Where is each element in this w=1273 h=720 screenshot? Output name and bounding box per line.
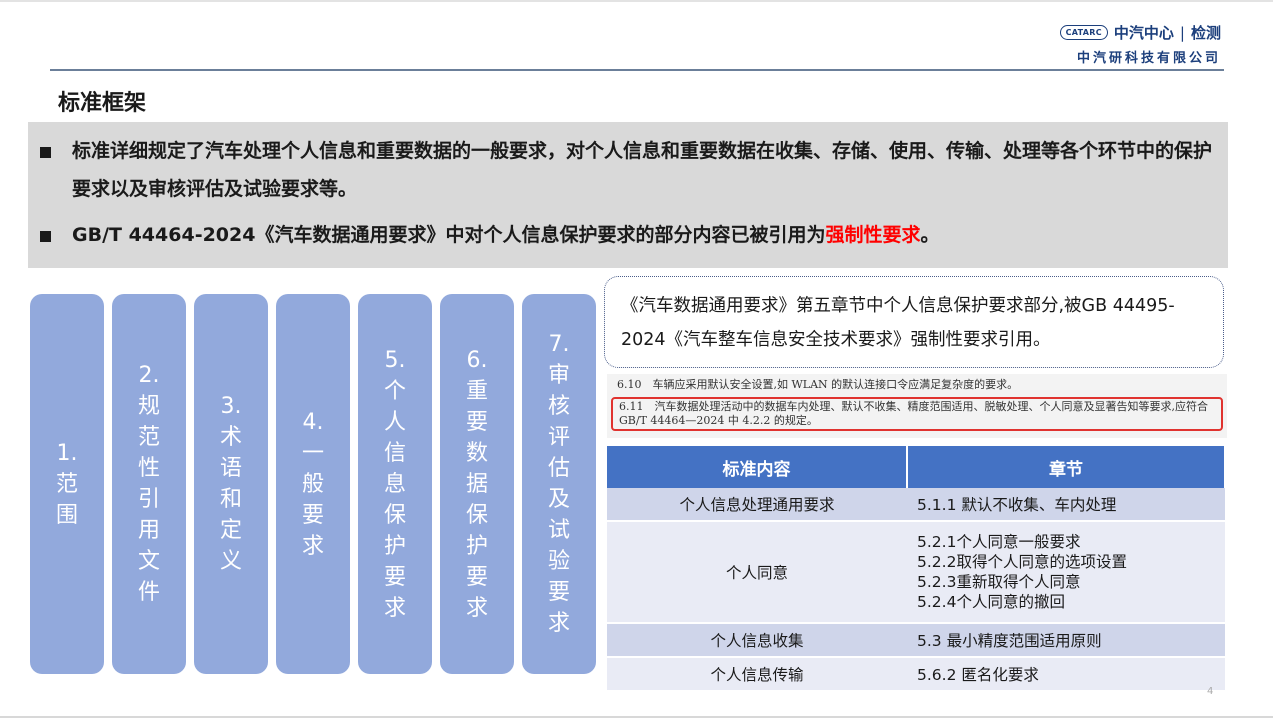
table-header-row: 标准内容 章节: [607, 446, 1226, 488]
table-row: 个人同意 5.2.1个人同意一般要求 5.2.2取得个人同意的选项设置 5.2.…: [607, 521, 1225, 624]
table-row: 个人信息处理通用要求 5.1.1 默认不收集、车内处理: [607, 488, 1225, 522]
column-header-chapter: 章节: [907, 446, 1226, 488]
excerpt-clause-6-10: 6.10 车辆应采用默认安全设置,如 WLAN 的默认连接口令应满足复杂度的要求…: [617, 378, 1019, 391]
pillar-general-requirements: 4.一般要求: [276, 294, 350, 674]
pillar-normative-references: 2.规范性引用文件: [112, 294, 186, 674]
cell-chapter: 5.1.1 默认不收集、车内处理: [907, 488, 1225, 522]
pillar-label: 2.规范性引用文件: [137, 363, 160, 605]
pillar-label: 5.个人信息保护要求: [383, 347, 406, 621]
intro-bullet-2-prefix: GB/T 44464-2024《汽车数据通用要求》中对个人信息保护要求的部分内容…: [72, 224, 826, 246]
intro-bullet-2: GB/T 44464-2024《汽车数据通用要求》中对个人信息保护要求的部分内容…: [40, 216, 1214, 254]
bottom-rule: [0, 716, 1273, 718]
cell-chapter: 5.3 最小精度范围适用原则: [907, 623, 1225, 658]
pillar-personal-info-protection: 5.个人信息保护要求: [358, 294, 432, 674]
cell-content: 个人信息处理通用要求: [607, 488, 907, 522]
cell-chapter: 5.2.1个人同意一般要求 5.2.2取得个人同意的选项设置 5.2.3重新取得…: [907, 521, 1225, 624]
pillar-label: 1.范围: [55, 440, 78, 528]
pillar-label: 6.重要数据保护要求: [465, 347, 488, 621]
table-row: 个人信息收集 5.3 最小精度范围适用原则: [607, 623, 1225, 658]
table-row: 个人信息传输 5.6.2 匿名化要求: [607, 657, 1225, 692]
chapter-line: 5.2.2取得个人同意的选项设置: [917, 553, 1127, 571]
logo-separator: |: [1179, 23, 1185, 42]
pillar-terms-definitions: 3.术语和定义: [194, 294, 268, 674]
intro-bullet-2-text: GB/T 44464-2024《汽车数据通用要求》中对个人信息保护要求的部分内容…: [40, 216, 1214, 254]
pillar-label: 7.审核评估及试验要求: [547, 332, 570, 636]
header-divider: [50, 69, 1224, 71]
pillar-audit-evaluation-testing: 7.审核评估及试验要求: [522, 294, 596, 674]
pillar-label: 3.术语和定义: [219, 394, 242, 574]
intro-bullet-1: 标准详细规定了汽车处理个人信息和重要数据的一般要求，对个人信息和重要数据在收集、…: [40, 132, 1214, 208]
chapter-line: 5.2.3重新取得个人同意: [917, 573, 1081, 591]
cell-chapter: 5.6.2 匿名化要求: [907, 657, 1225, 692]
cell-content: 个人信息传输: [607, 657, 907, 692]
page-number: 4: [1207, 686, 1214, 697]
logo-unit: 检测: [1190, 24, 1221, 42]
standard-excerpt: 6.10 车辆应采用默认安全设置,如 WLAN 的默认连接口令应满足复杂度的要求…: [607, 374, 1227, 438]
excerpt-clause-6-11-highlighted: 6.11 汽车数据处理活动中的数据车内处理、默认不收集、精度范围适用、脱敏处理、…: [611, 397, 1223, 431]
logo-brand: 中汽中心: [1113, 24, 1174, 42]
section-title: 标准框架: [58, 91, 147, 116]
intro-box: 标准详细规定了汽车处理个人信息和重要数据的一般要求，对个人信息和重要数据在收集、…: [28, 122, 1228, 268]
company-logo: CATARC 中汽中心 | 检测 中汽研科技有限公司: [1059, 22, 1221, 66]
logo-company: 中汽研科技有限公司: [1076, 51, 1221, 66]
pillar-label: 4.一般要求: [301, 409, 324, 559]
standard-content-table: 标准内容 章节 个人信息处理通用要求 5.1.1 默认不收集、车内处理 个人同意…: [607, 446, 1226, 692]
chapter-line: 5.2.1个人同意一般要求: [917, 533, 1081, 551]
reference-callout: 《汽车数据通用要求》第五章节中个人信息保护要求部分,被GB 44495-2024…: [604, 276, 1224, 368]
chapter-line: 5.2.4个人同意的撤回: [917, 593, 1065, 611]
cell-content: 个人信息收集: [607, 623, 907, 658]
pillar-scope: 1.范围: [30, 294, 104, 674]
intro-bullet-1-text: 标准详细规定了汽车处理个人信息和重要数据的一般要求，对个人信息和重要数据在收集、…: [72, 140, 1213, 200]
catarc-logo-icon: CATARC: [1059, 25, 1108, 40]
mandatory-highlight: 强制性要求: [825, 224, 921, 246]
pillar-important-data-protection: 6.重要数据保护要求: [440, 294, 514, 674]
intro-bullet-2-suffix: 。: [920, 224, 940, 246]
cell-content: 个人同意: [607, 521, 907, 624]
bullet-square-icon: [40, 231, 51, 242]
column-header-content: 标准内容: [607, 446, 908, 488]
top-rule: [0, 0, 1273, 2]
bullet-square-icon: [40, 147, 51, 158]
